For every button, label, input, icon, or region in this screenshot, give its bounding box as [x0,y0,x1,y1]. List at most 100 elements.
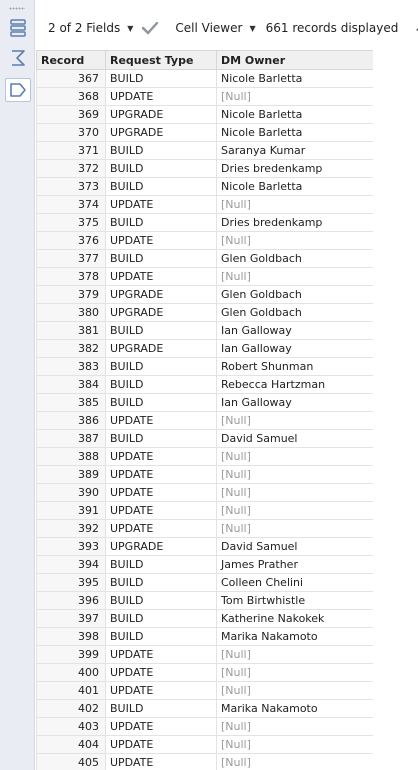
cell-record[interactable]: 376 [36,231,106,250]
cell-dm-owner[interactable]: [Null] [216,483,374,502]
cell-record[interactable]: 380 [36,303,106,322]
table-row[interactable]: 397 BUILD Katherine Nakokek [36,609,374,628]
cell-dm-owner[interactable]: Ian Galloway [216,393,374,412]
cell-request-type[interactable]: UPDATE [105,717,217,736]
cell-dm-owner[interactable]: Marika Nakamoto [216,627,374,646]
cell-record[interactable]: 384 [36,375,106,394]
cell-request-type[interactable]: BUILD [105,573,217,592]
cell-request-type[interactable]: BUILD [105,249,217,268]
cell-request-type[interactable]: BUILD [105,69,217,88]
results-table-container[interactable]: Record Request Type DM Owner 367 BUILD Nic… [36,50,374,770]
table-row[interactable]: 400 UPDATE [Null] [36,663,374,682]
cell-request-type[interactable]: BUILD [105,357,217,376]
cell-request-type[interactable]: UPDATE [105,753,217,770]
table-row[interactable]: 374 UPDATE [Null] [36,195,374,214]
tag-button[interactable] [5,78,31,102]
table-row[interactable]: 368 UPDATE [Null] [36,87,374,106]
cell-record[interactable]: 371 [36,141,106,160]
cell-record[interactable]: 381 [36,321,106,340]
table-row[interactable]: 391 UPDATE [Null] [36,501,374,520]
cell-record[interactable]: 373 [36,177,106,196]
table-row[interactable]: 392 UPDATE [Null] [36,519,374,538]
cell-request-type[interactable]: BUILD [105,699,217,718]
cell-request-type[interactable]: BUILD [105,429,217,448]
table-row[interactable]: 395 BUILD Colleen Chelini [36,573,374,592]
cell-dm-owner[interactable]: Robert Shunman [216,357,374,376]
table-row[interactable]: 378 UPDATE [Null] [36,267,374,286]
cell-dm-owner[interactable]: Nicole Barletta [216,105,374,124]
cell-dm-owner[interactable]: [Null] [216,681,374,700]
cell-record[interactable]: 399 [36,645,106,664]
cell-dm-owner[interactable]: Nicole Barletta [216,123,374,142]
table-view-button[interactable] [5,16,31,40]
table-row[interactable]: 388 UPDATE [Null] [36,447,374,466]
cell-dm-owner[interactable]: Nicole Barletta [216,69,374,88]
table-row[interactable]: 404 UPDATE [Null] [36,735,374,754]
cell-request-type[interactable]: UPDATE [105,501,217,520]
cell-request-type[interactable]: UPDATE [105,267,217,286]
cell-request-type[interactable]: BUILD [105,393,217,412]
cell-request-type[interactable]: BUILD [105,591,217,610]
table-row[interactable]: 396 BUILD Tom Birtwhistle [36,591,374,610]
cell-dm-owner[interactable]: [Null] [216,411,374,430]
cell-request-type[interactable]: BUILD [105,627,217,646]
cell-dm-owner[interactable]: [Null] [216,195,374,214]
cell-dm-owner[interactable]: [Null] [216,717,374,736]
cell-record[interactable]: 368 [36,87,106,106]
cell-dm-owner[interactable]: Katherine Nakokek [216,609,374,628]
column-header-request-type[interactable]: Request Type [105,50,217,70]
cell-dm-owner[interactable]: [Null] [216,231,374,250]
table-row[interactable]: 387 BUILD David Samuel [36,429,374,448]
cell-record[interactable]: 389 [36,465,106,484]
cell-record[interactable]: 395 [36,573,106,592]
table-row[interactable]: 383 BUILD Robert Shunman [36,357,374,376]
fields-dropdown[interactable]: 2 of 2 Fields ▼ [48,21,133,35]
cell-request-type[interactable]: UPGRADE [105,285,217,304]
cell-dm-owner[interactable]: [Null] [216,735,374,754]
cell-request-type[interactable]: UPDATE [105,519,217,538]
cell-dm-owner[interactable]: David Samuel [216,537,374,556]
cell-request-type[interactable]: UPGRADE [105,339,217,358]
cell-dm-owner[interactable]: Colleen Chelini [216,573,374,592]
cell-dm-owner[interactable]: [Null] [216,519,374,538]
cell-record[interactable]: 396 [36,591,106,610]
cell-dm-owner[interactable]: Ian Galloway [216,321,374,340]
cell-record[interactable]: 405 [36,753,106,770]
table-row[interactable]: 405 UPDATE [Null] [36,753,374,770]
cell-record[interactable]: 382 [36,339,106,358]
cell-dm-owner[interactable]: Dries bredenkamp [216,159,374,178]
cell-request-type[interactable]: UPDATE [105,231,217,250]
table-row[interactable]: 379 UPGRADE Glen Goldbach [36,285,374,304]
table-row[interactable]: 385 BUILD Ian Galloway [36,393,374,412]
cell-record[interactable]: 378 [36,267,106,286]
cell-request-type[interactable]: UPDATE [105,411,217,430]
cell-dm-owner[interactable]: [Null] [216,447,374,466]
cell-record[interactable]: 390 [36,483,106,502]
table-row[interactable]: 380 UPGRADE Glen Goldbach [36,303,374,322]
cell-dm-owner[interactable]: James Prather [216,555,374,574]
column-header-dm-owner[interactable]: DM Owner [216,50,374,70]
table-row[interactable]: 370 UPGRADE Nicole Barletta [36,123,374,142]
table-row[interactable]: 382 UPGRADE Ian Galloway [36,339,374,358]
cell-record[interactable]: 372 [36,159,106,178]
cell-request-type[interactable]: UPGRADE [105,105,217,124]
cell-request-type[interactable]: UPDATE [105,663,217,682]
cell-request-type[interactable]: BUILD [105,177,217,196]
cell-record[interactable]: 392 [36,519,106,538]
cell-request-type[interactable]: UPDATE [105,483,217,502]
cell-dm-owner[interactable]: Glen Goldbach [216,285,374,304]
cell-record[interactable]: 393 [36,537,106,556]
table-row[interactable]: 372 BUILD Dries bredenkamp [36,159,374,178]
cell-record[interactable]: 391 [36,501,106,520]
table-row[interactable]: 375 BUILD Dries bredenkamp [36,213,374,232]
cell-request-type[interactable]: UPGRADE [105,303,217,322]
cell-request-type[interactable]: UPDATE [105,87,217,106]
table-row[interactable]: 394 BUILD James Prather [36,555,374,574]
cell-record[interactable]: 383 [36,357,106,376]
table-row[interactable]: 390 UPDATE [Null] [36,483,374,502]
cell-dm-owner[interactable]: [Null] [216,663,374,682]
cell-request-type[interactable]: BUILD [105,321,217,340]
cell-dm-owner[interactable]: Tom Birtwhistle [216,591,374,610]
cell-dm-owner[interactable]: [Null] [216,267,374,286]
cell-request-type[interactable]: BUILD [105,375,217,394]
